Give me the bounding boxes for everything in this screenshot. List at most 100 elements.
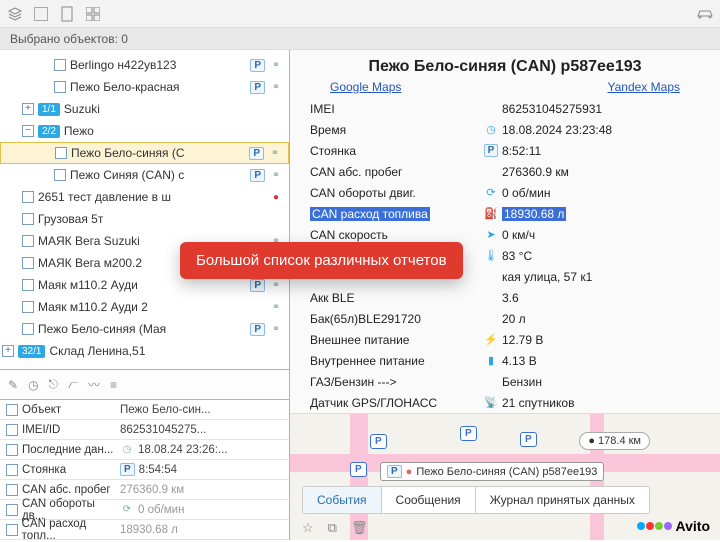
tree-label: Пежо Синяя (CAN) с [70,168,246,182]
share-icon[interactable]: ⎋ [49,377,59,392]
tree-row[interactable]: Пежо Бело-краснаяP⚭ [0,76,289,98]
checkbox[interactable] [54,59,66,71]
tree-row[interactable]: Пежо Синяя (CAN) сP⚭ [0,164,289,186]
map-vehicle-label[interactable]: P● Пежо Бело-синяя (CAN) р587ее193 [380,462,604,481]
checkbox[interactable] [6,464,18,476]
detail-label: Последние дан... [22,444,113,456]
tab-0[interactable]: События [303,487,382,513]
checkbox[interactable] [6,424,18,436]
checkbox[interactable] [22,191,34,203]
detail-label: IMEI [310,102,480,116]
detail-value: 4.13 В [502,354,700,368]
expand-icon[interactable]: + [22,103,34,115]
map-controls: ☆ ⧉ 🗑 [302,520,367,536]
checkbox[interactable] [22,323,34,335]
link-icon: ⚭ [268,146,282,160]
map-p-marker[interactable]: P [520,432,537,447]
yandex-maps-link[interactable]: Yandex Maps [608,80,681,94]
tab-1[interactable]: Сообщения [382,487,476,513]
detail-label: CAN расход топлива [310,207,480,221]
tree-label: Грузовая 5т [38,212,283,226]
expand-icon[interactable]: + [2,345,14,357]
bars-icon[interactable]: ≡ [110,378,117,392]
detail-label: Время [310,123,480,137]
checkbox[interactable] [6,524,18,536]
tree-row[interactable]: Пежо Бело-синяя (МаяP⚭ [0,318,289,340]
trash-icon[interactable]: 🗑 [351,520,368,536]
tree-row[interactable]: Berlingo н422ув123P⚭ [0,54,289,76]
tree-row[interactable]: Грузовая 5т [0,208,289,230]
detail-label: IMEI/ID [22,424,60,436]
vehicle-detail-row: Акк BLE3.6 [310,287,700,308]
checkbox[interactable] [22,235,34,247]
status-bar: Выбрано объектов: 0 [0,28,720,50]
detail-value: 0 об/мин [502,186,700,200]
tree-label: Berlingo н422ув123 [70,58,246,72]
chart-icon[interactable]: ⦧ [68,377,78,392]
tree-label: Пежо Бело-синяя (С [71,146,245,160]
detail-label: Бак(65л)BLE291720 [310,312,480,326]
clock-icon[interactable]: ◷ [28,378,38,392]
detail-label: CAN скорость [310,228,480,242]
vehicle-detail-row: Датчик GPS/ГЛОНАСС📡21 спутников [310,392,700,413]
tree-row[interactable]: −2/2Пежо [0,120,289,142]
detail-value: 18930.68 л [120,524,178,536]
tree-row[interactable]: Маяк м110.2 Ауди 2⚭ [0,296,289,318]
map-area[interactable]: P P P P P ● 178.4 км P● Пежо Бело-синяя … [290,413,720,540]
pencil-icon[interactable]: ✎ [8,378,18,392]
tree-label: Пежо [64,124,283,138]
doc-icon[interactable] [58,5,76,23]
clock-icon: ◷ [480,123,502,136]
checkbox[interactable] [6,444,18,456]
checkbox[interactable] [55,147,67,159]
checkbox[interactable] [22,213,34,225]
tree-label: Маяк м110.2 Ауди [38,278,246,292]
square-icon[interactable] [32,5,50,23]
map-p-marker[interactable]: P [460,426,477,441]
detail-value: 8:54:54 [139,464,177,476]
checkbox[interactable] [54,81,66,93]
checkbox[interactable] [54,169,66,181]
copy-icon[interactable]: ⧉ [328,520,337,536]
detail-row: ОбъектПежо Бело-син... [0,400,289,420]
checkbox[interactable] [6,484,18,496]
tree-row[interactable]: 2651 тест давление в ш● [0,186,289,208]
right-panel: Пежо Бело-синяя (CAN) р587ее193 Google M… [290,50,720,540]
google-maps-link[interactable]: Google Maps [330,80,401,94]
tree-row[interactable]: +32/1Склад Ленина,51 [0,340,289,362]
map-p-marker[interactable]: P [350,462,367,477]
layers-icon[interactable] [6,5,24,23]
star-icon[interactable]: ☆ [302,520,314,536]
vehicle-detail-row: Бак(65л)BLE291720 20 л [310,308,700,329]
vehicle-detail-row: CAN расход топлива⛽18930.68 л [310,203,700,224]
detail-label: Акк BLE [310,291,480,305]
parking-badge: P [120,463,135,476]
tab-2[interactable]: Журнал принятых данных [476,487,649,513]
detail-value: 20 л [502,312,700,326]
speed-icon: ➤ [480,228,502,241]
checkbox[interactable] [6,404,18,416]
parking-badge: P [249,147,264,160]
avito-watermark: Avito [637,518,710,534]
distance-label: ● 178.4 км [579,432,650,450]
tree-row[interactable]: Пежо Бело-синяя (С P ⚭ [0,142,289,164]
wave-icon[interactable]: 〰 [88,376,100,393]
parking-badge: P [250,59,265,72]
link-icon: ⚭ [269,80,283,94]
checkbox[interactable] [22,301,34,313]
vehicle-title: Пежо Бело-синяя (CAN) р587ее193 [290,50,720,80]
detail-label: CAN расход топл... [22,518,120,542]
checkbox[interactable] [6,504,18,516]
grid-icon[interactable] [84,5,102,23]
checkbox[interactable] [22,279,34,291]
checkbox[interactable] [22,257,34,269]
detail-value: 83 °C [502,249,700,263]
detail-value: 21 спутников [502,396,700,410]
detail-value: 862531045275... [120,424,206,436]
map-p-marker[interactable]: P [370,434,387,449]
tree-toolbar: ✎ ◷ ⎋ ⦧ 〰 ≡ [0,369,289,399]
car-icon[interactable] [696,5,714,23]
expand-icon[interactable]: − [22,125,34,137]
tree-row[interactable]: +1/1Suzuki [0,98,289,120]
clock-icon: ◷ [120,443,134,457]
